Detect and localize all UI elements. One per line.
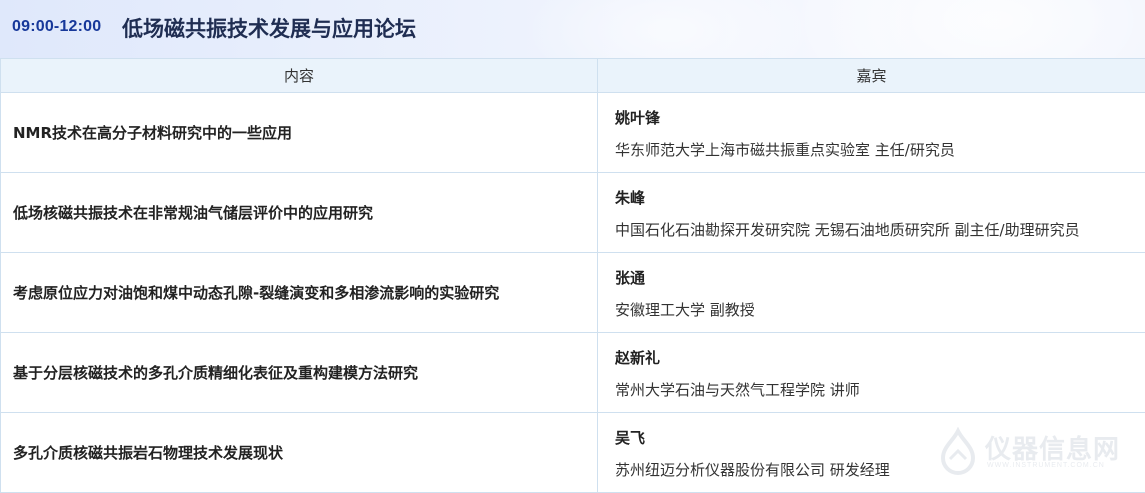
watermark-text: 仪器信息网 <box>985 429 1120 466</box>
guest-cell: 赵新礼 常州大学石油与天然气工程学院 讲师 <box>598 333 1145 413</box>
column-header-guest: 嘉宾 <box>598 59 1145 93</box>
guest-name: 姚叶锋 <box>615 107 1145 128</box>
guest-name: 朱峰 <box>615 187 1145 208</box>
talk-title: 基于分层核磁技术的多孔介质精细化表征及重构建模方法研究 <box>1 333 598 413</box>
watermark: 仪器信息网 WWW.INSTRUMENT.COM.CN <box>933 427 1133 477</box>
table-header-row: 内容 嘉宾 <box>1 59 1145 93</box>
session-header: 09:00-12:00 低场磁共振技术发展与应用论坛 <box>0 0 1145 58</box>
watermark-subtext: WWW.INSTRUMENT.COM.CN <box>987 462 1105 469</box>
guest-affiliation: 常州大学石油与天然气工程学院 讲师 <box>615 379 1145 400</box>
instrument-logo-icon <box>933 427 983 477</box>
guest-cell: 姚叶锋 华东师范大学上海市磁共振重点实验室 主任/研究员 <box>598 93 1145 173</box>
table-row: 低场核磁共振技术在非常规油气储层评价中的应用研究 朱峰 中国石化石油勘探开发研究… <box>1 173 1145 253</box>
guest-name: 赵新礼 <box>615 347 1145 368</box>
guest-affiliation: 华东师范大学上海市磁共振重点实验室 主任/研究员 <box>615 139 1145 160</box>
talk-title: 低场核磁共振技术在非常规油气储层评价中的应用研究 <box>1 173 598 253</box>
session-title: 低场磁共振技术发展与应用论坛 <box>122 13 416 43</box>
guest-name: 张通 <box>615 267 1145 288</box>
guest-cell: 朱峰 中国石化石油勘探开发研究院 无锡石油地质研究所 副主任/助理研究员 <box>598 173 1145 253</box>
guest-affiliation: 中国石化石油勘探开发研究院 无锡石油地质研究所 副主任/助理研究员 <box>615 219 1145 240</box>
table-row: 基于分层核磁技术的多孔介质精细化表征及重构建模方法研究 赵新礼 常州大学石油与天… <box>1 333 1145 413</box>
talk-title: 多孔介质核磁共振岩石物理技术发展现状 <box>1 413 598 493</box>
table-row: NMR技术在高分子材料研究中的一些应用 姚叶锋 华东师范大学上海市磁共振重点实验… <box>1 93 1145 173</box>
table-row: 考虑原位应力对油饱和煤中动态孔隙-裂缝演变和多相渗流影响的实验研究 张通 安徽理… <box>1 253 1145 333</box>
header-decoration <box>785 0 1145 58</box>
session-time: 09:00-12:00 <box>12 18 101 36</box>
guest-affiliation: 安徽理工大学 副教授 <box>615 299 1145 320</box>
talk-title: NMR技术在高分子材料研究中的一些应用 <box>1 93 598 173</box>
guest-cell: 张通 安徽理工大学 副教授 <box>598 253 1145 333</box>
talk-title: 考虑原位应力对油饱和煤中动态孔隙-裂缝演变和多相渗流影响的实验研究 <box>1 253 598 333</box>
column-header-content: 内容 <box>1 59 598 93</box>
header-decoration <box>520 0 820 58</box>
